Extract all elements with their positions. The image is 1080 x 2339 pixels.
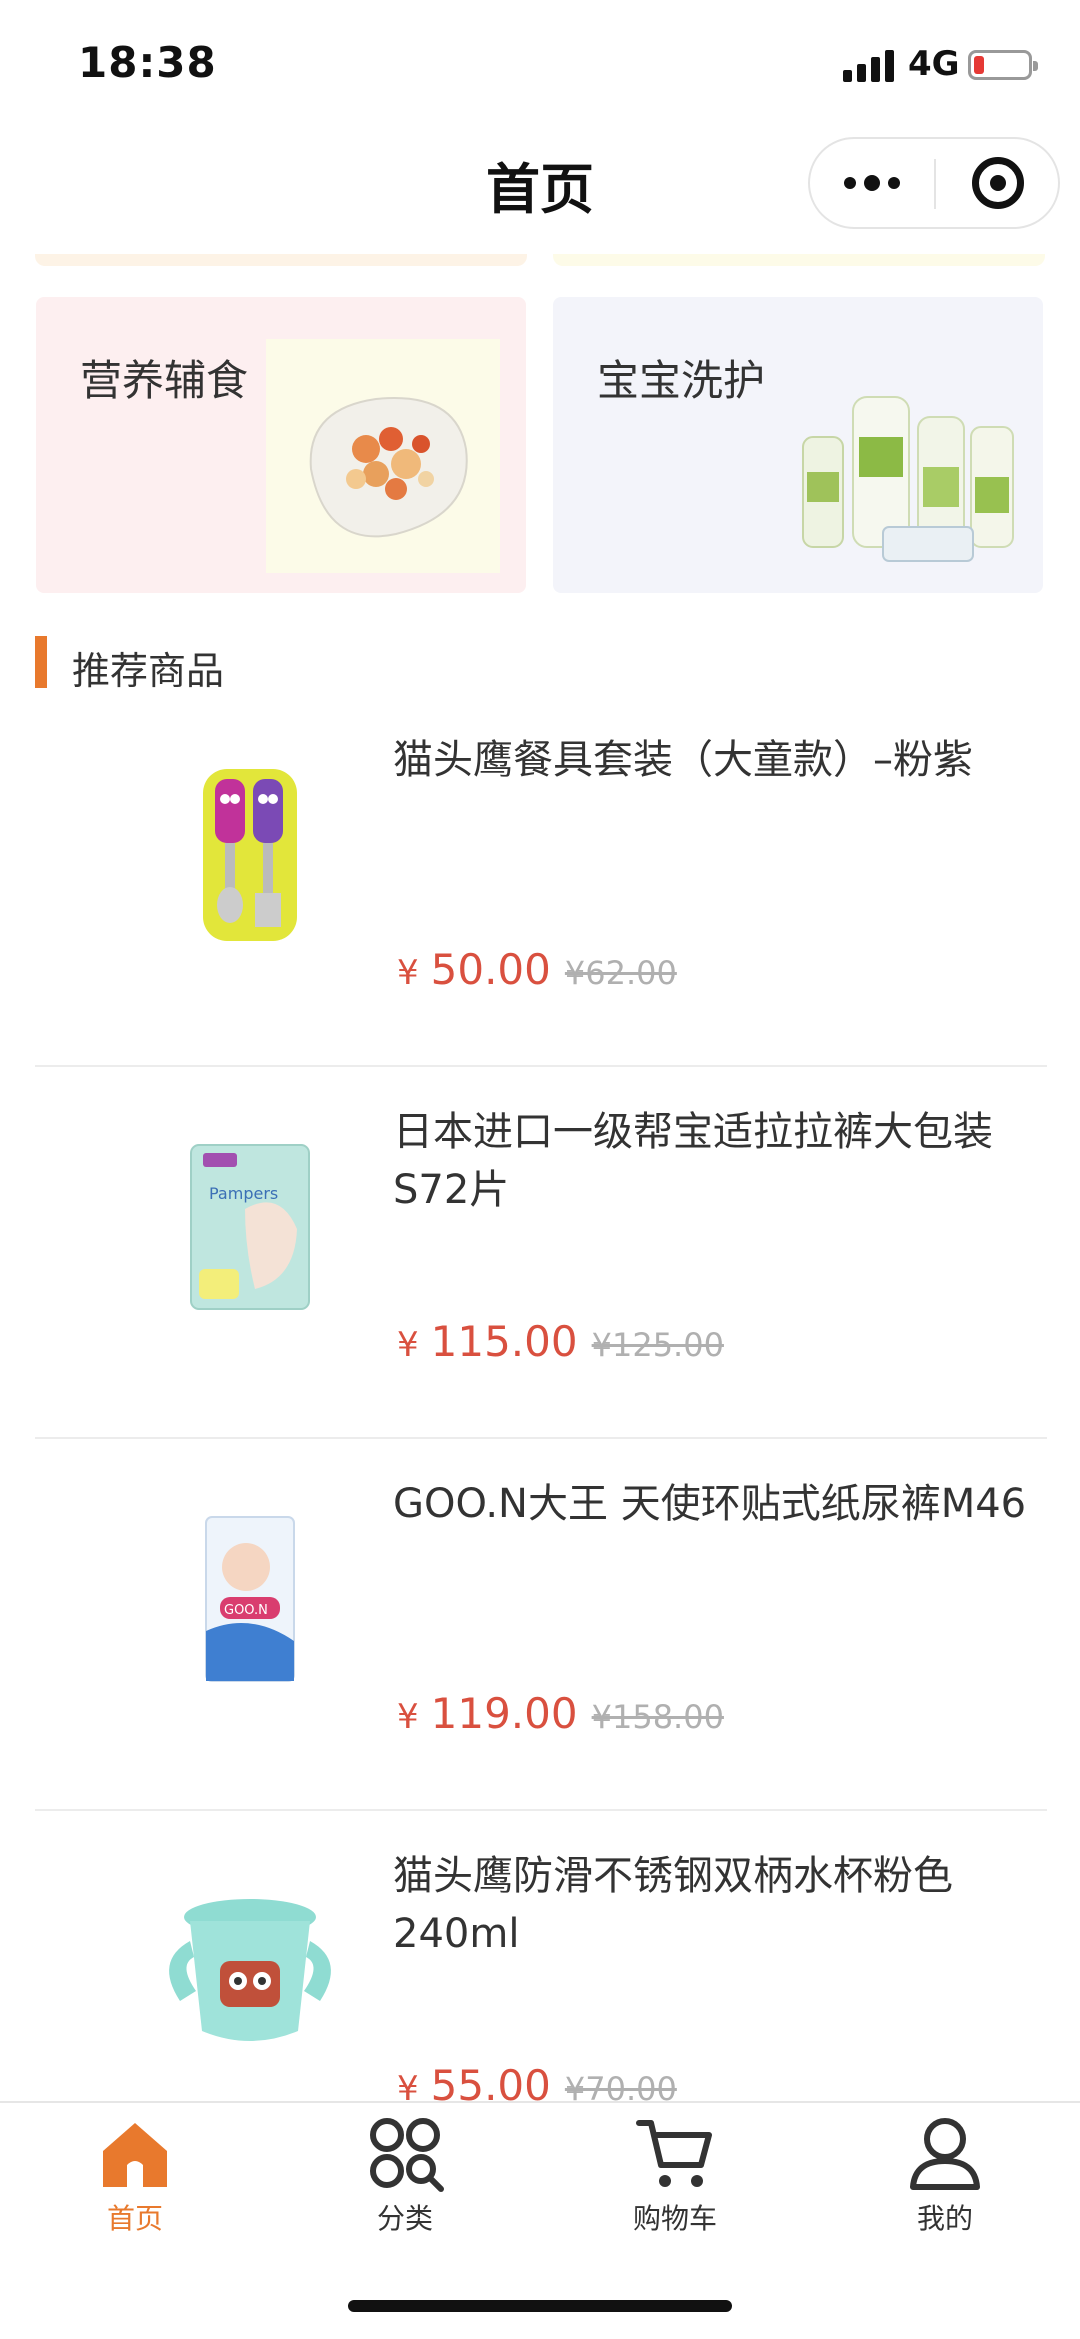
signal-icon <box>843 48 897 82</box>
category-label: 宝宝洗护 <box>597 356 766 405</box>
section-accent-bar <box>35 636 47 688</box>
product-name: 猫头鹰餐具套装（大童款）–粉紫 <box>393 737 973 783</box>
product-image <box>95 725 405 985</box>
product-image: GOO.N <box>95 1469 405 1729</box>
food-plate-image <box>266 339 500 573</box>
svg-text:Pampers: Pampers <box>209 1184 278 1203</box>
battery-icon <box>968 50 1038 80</box>
section-title: 推荐商品 <box>72 649 225 693</box>
product-name: GOO.N大王 天使环贴式纸尿裤M46 <box>393 1481 1027 1527</box>
product-original-price: ¥125.00 <box>591 1326 724 1364</box>
tab-home[interactable]: 首页 <box>0 2113 270 2237</box>
tab-label: 分类 <box>376 2202 433 2235</box>
cart-icon <box>635 2113 715 2193</box>
wash-products-image <box>783 377 1023 577</box>
product-original-price: ¥158.00 <box>591 1698 724 1736</box>
svg-text:GOO.N: GOO.N <box>224 1603 268 1618</box>
tab-category[interactable]: 分类 <box>270 2113 540 2237</box>
tab-cart[interactable]: 购物车 <box>540 2113 810 2237</box>
product-image <box>95 1841 405 2101</box>
home-indicator[interactable] <box>348 2300 732 2312</box>
banner-remnant-left <box>35 254 527 266</box>
close-target-icon[interactable] <box>936 139 1060 227</box>
product-price: ¥119.00 <box>397 1689 578 1738</box>
product-original-price: ¥62.00 <box>564 954 677 992</box>
mini-program-capsule <box>808 137 1060 229</box>
tab-profile[interactable]: 我的 <box>810 2113 1080 2237</box>
tab-label: 我的 <box>916 2202 973 2235</box>
category-icon <box>365 2113 445 2193</box>
product-item[interactable]: GOO.N GOO.N大王 天使环贴式纸尿裤M46 ¥119.00 ¥158.0… <box>35 1439 1047 1811</box>
product-image: Pampers <box>95 1097 405 1357</box>
product-item[interactable]: 猫头鹰餐具套装（大童款）–粉紫 ¥50.00 ¥62.00 <box>35 695 1047 1067</box>
category-tile-food[interactable]: 营养辅食 <box>36 297 526 593</box>
status-bar: 18:38 4G <box>0 0 1080 130</box>
price-row: ¥50.00 ¥62.00 <box>397 945 677 994</box>
product-name: 日本进口一级帮宝适拉拉裤大包装S72片 <box>393 1109 993 1213</box>
home-icon <box>95 2113 175 2193</box>
product-name: 猫头鹰防滑不锈钢双柄水杯粉色240ml <box>393 1853 953 1957</box>
more-icon[interactable] <box>810 139 934 227</box>
category-tile-wash[interactable]: 宝宝洗护 <box>553 297 1043 593</box>
profile-icon <box>905 2113 985 2193</box>
category-label: 营养辅食 <box>80 356 249 405</box>
banner-remnant-right <box>553 254 1045 266</box>
tab-label: 购物车 <box>632 2202 717 2235</box>
product-price: ¥50.00 <box>397 945 551 994</box>
product-price: ¥115.00 <box>397 1317 578 1366</box>
status-time: 18:38 <box>78 38 217 87</box>
price-row: ¥119.00 ¥158.00 <box>397 1689 724 1738</box>
product-item[interactable]: Pampers 日本进口一级帮宝适拉拉裤大包装S72片 ¥115.00 ¥125… <box>35 1067 1047 1439</box>
tab-label: 首页 <box>106 2202 163 2235</box>
network-type: 4G <box>908 44 960 84</box>
price-row: ¥115.00 ¥125.00 <box>397 1317 724 1366</box>
